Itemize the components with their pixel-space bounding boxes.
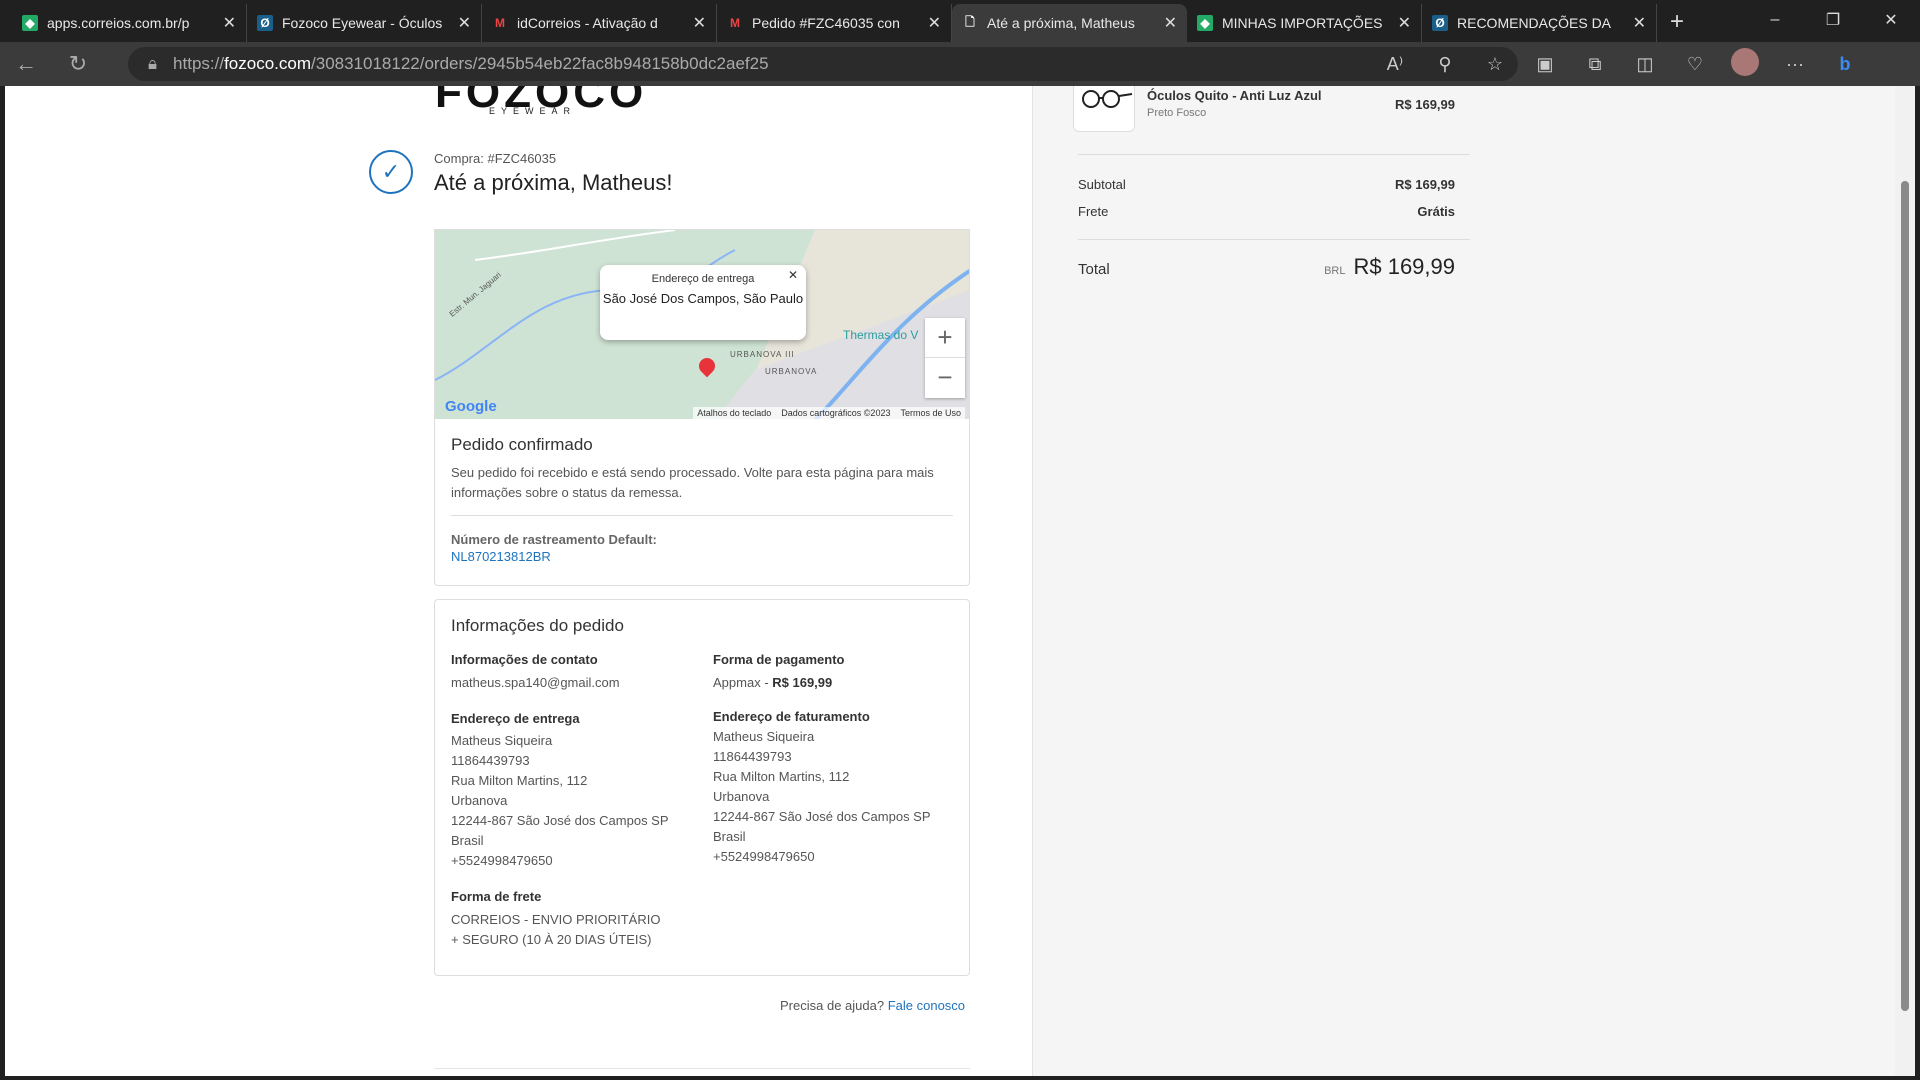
bing-icon[interactable]: b [1820,54,1870,75]
close-window-button[interactable]: ✕ [1862,0,1920,40]
profile-avatar[interactable] [1720,47,1770,81]
correios-icon: ◆ [22,15,38,31]
close-tab-icon[interactable]: ✕ [693,13,706,33]
browser-toolbar: ← ↻ 🔒︎ https://fozoco.com/30831018122/or… [0,42,1920,86]
glasses-icon [1082,90,1133,108]
order-info-card: Informações do pedido Informações de con… [434,599,970,976]
app-icon[interactable]: ▣ [1520,54,1570,75]
scrollbar-thumb[interactable] [1901,181,1909,1011]
lock-icon: 🔒︎ [148,54,158,73]
tab[interactable]: Ø RECOMENDAÇÕES DA ✕ [1422,4,1657,42]
scrollbar[interactable] [1895,86,1915,1076]
tab[interactable]: ◆ MINHAS IMPORTAÇÕES ✕ [1187,4,1422,42]
gmail-icon: M [495,16,505,30]
product-name: Óculos Quito - Anti Luz Azul [1147,88,1322,103]
close-tab-icon[interactable]: ✕ [1633,13,1646,33]
zoom-out-button[interactable]: − [925,358,965,398]
fozoco-icon: Ø [1432,15,1448,31]
tab[interactable]: ◆ apps.correios.com.br/p ✕ [12,4,247,42]
page-icon: 🗋 [965,14,975,29]
split-screen-icon[interactable]: ◫ [1620,54,1670,75]
zoom-icon[interactable]: ⚲ [1420,54,1470,75]
close-tab-icon[interactable]: ✕ [458,13,471,33]
tab[interactable]: 🗋 Até a próxima, Matheus ✕ [952,4,1187,42]
close-tab-icon[interactable]: ✕ [223,13,236,33]
page: FOZOCO EYEWEAR ✓ Compra: #FZC46035 Até a… [5,86,1915,1076]
close-tab-icon[interactable]: ✕ [1164,13,1177,33]
extensions-icon[interactable]: ⧉ [1570,54,1620,75]
close-tab-icon[interactable]: ✕ [1398,13,1411,33]
product-image [1073,86,1135,132]
back-button[interactable]: ← [0,51,52,77]
tab[interactable]: MidCorreios - Ativação d ✕ [482,4,717,42]
close-icon[interactable]: ✕ [788,268,798,282]
zoom-in-button[interactable]: + [925,318,965,358]
new-tab-button[interactable]: + [1657,4,1697,42]
address-bar[interactable]: 🔒︎ https://fozoco.com/30831018122/orders… [128,47,1518,81]
contact-us-link[interactable]: Fale conosco [888,998,965,1013]
tracking-number-link[interactable]: NL870213812BR [451,549,551,564]
page-title: Até a próxima, Matheus! [434,170,673,195]
section-title: Pedido confirmado [451,435,593,454]
keyboard-shortcuts-link[interactable]: Atalhos do teclado [697,408,771,418]
order-confirmed-card: Pedido confirmado Seu pedido foi recebid… [434,419,970,586]
order-total: R$ 169,99 [1353,254,1455,279]
read-aloud-icon[interactable]: A⁾ [1370,54,1420,75]
logo-subtitle: EYEWEAR [489,106,577,116]
map-info-window: ✕ Endereço de entrega São José Dos Campo… [600,265,806,340]
fozoco-icon: Ø [257,15,273,31]
billing-address: Matheus Siqueira 11864439793 Rua Milton Ma… [713,729,931,864]
order-number: Compra: #FZC46035 [434,151,557,166]
google-logo: Google [445,398,497,415]
order-summary [1032,86,1895,1076]
favorite-star-icon[interactable]: ☆ [1470,54,1520,75]
tab[interactable]: M Pedido #FZC46035 con ✕ [717,4,952,42]
correios-icon: ◆ [1197,15,1213,31]
close-tab-icon[interactable]: ✕ [928,13,941,33]
gmail-icon: M [730,16,740,30]
tab-bar: ◆ apps.correios.com.br/p ✕ Ø Fozoco Eyewear … [0,0,1920,42]
terms-link[interactable]: Termos de Uso [900,408,961,418]
more-icon[interactable]: ··· [1770,54,1820,75]
refresh-button[interactable]: ↻ [52,51,104,77]
minimize-button[interactable]: – [1746,0,1804,40]
section-title: Informações do pedido [451,616,624,635]
health-icon[interactable]: ♡ [1670,54,1720,75]
delivery-map[interactable]: URBANOVA III URBANOVA Thermas do V Estr.… [434,229,970,419]
check-circle-icon: ✓ [369,150,413,194]
tab[interactable]: Ø Fozoco Eyewear - Óculos ✕ [247,4,482,42]
restore-button[interactable]: ❐ [1804,0,1862,40]
shipping-address: Matheus Siqueira 11864439793 Rua Milton Ma… [451,733,669,868]
